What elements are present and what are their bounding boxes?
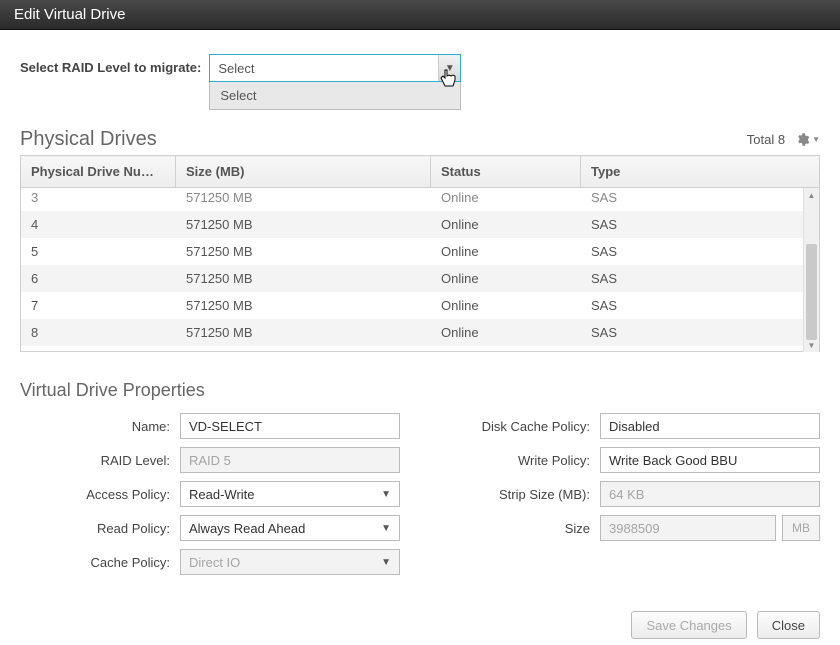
raid-select-wrap: Select ▼ Select xyxy=(209,54,461,110)
cell-size: 571250 MB xyxy=(176,188,431,211)
raid-level-option[interactable]: Select xyxy=(220,88,256,103)
chevron-down-icon: ▼ xyxy=(438,55,460,81)
label-disk-cache: Disk Cache Policy: xyxy=(440,419,590,434)
col-header-status[interactable]: Status xyxy=(431,156,581,188)
table-row[interactable]: 3571250 MBOnlineSAS xyxy=(21,188,819,211)
cell-size: 571250 MB xyxy=(176,238,431,265)
vd-props-right: Disk Cache Policy: Disabled Write Policy… xyxy=(440,413,820,583)
raid-select-row: Select RAID Level to migrate: Select ▼ S… xyxy=(20,54,820,110)
row-access-policy: Access Policy: Read-Write ▼ xyxy=(20,481,400,507)
physical-drives-scrollarea: 3571250 MBOnlineSAS4571250 MBOnlineSAS55… xyxy=(20,188,820,352)
dialog-title: Edit Virtual Drive xyxy=(14,6,125,23)
physical-drives-table-body: 3571250 MBOnlineSAS4571250 MBOnlineSAS55… xyxy=(21,188,819,346)
label-name: Name: xyxy=(20,419,170,434)
save-changes-button[interactable]: Save Changes xyxy=(631,611,746,639)
cell-status: Online xyxy=(431,319,581,346)
cache-policy-select: Direct IO ▼ xyxy=(180,549,400,575)
write-policy-select[interactable]: Write Back Good BBU xyxy=(600,447,820,473)
settings-menu-button[interactable]: ▼ xyxy=(795,132,820,147)
chevron-down-icon: ▼ xyxy=(381,557,391,568)
scroll-thumb[interactable] xyxy=(806,244,817,340)
row-strip-size: Strip Size (MB): 64 KB xyxy=(440,481,820,507)
size-display: 3988509 xyxy=(600,515,776,541)
name-input[interactable]: VD-SELECT xyxy=(180,413,400,439)
row-name: Name: VD-SELECT xyxy=(20,413,400,439)
label-access-policy: Access Policy: xyxy=(20,487,170,502)
cell-status: Online xyxy=(431,188,581,211)
scroll-up-icon[interactable]: ▲ xyxy=(804,188,819,202)
dialog-footer: Save Changes Close xyxy=(0,595,840,645)
cell-num: 6 xyxy=(21,265,176,292)
cell-type: SAS xyxy=(581,319,819,346)
gear-icon xyxy=(795,132,810,147)
physical-drives-heading: Physical Drives xyxy=(20,128,157,151)
col-header-size[interactable]: Size (MB) xyxy=(176,156,431,188)
raid-select-label: Select RAID Level to migrate: xyxy=(20,54,201,75)
table-row[interactable]: 8571250 MBOnlineSAS xyxy=(21,319,819,346)
close-button[interactable]: Close xyxy=(757,611,820,639)
dialog-titlebar: Edit Virtual Drive xyxy=(0,0,840,30)
cell-status: Online xyxy=(431,211,581,238)
cell-num: 7 xyxy=(21,292,176,319)
physical-drives-header: Physical Drives Total 8 ▼ xyxy=(20,128,820,151)
cell-num: 4 xyxy=(21,211,176,238)
access-policy-select[interactable]: Read-Write ▼ xyxy=(180,481,400,507)
vd-props-form: Name: VD-SELECT RAID Level: RAID 5 Acces… xyxy=(20,413,820,583)
cell-type: SAS xyxy=(581,292,819,319)
read-policy-select[interactable]: Always Read Ahead ▼ xyxy=(180,515,400,541)
table-row[interactable]: 6571250 MBOnlineSAS xyxy=(21,265,819,292)
cell-status: Online xyxy=(431,238,581,265)
table-row[interactable]: 4571250 MBOnlineSAS xyxy=(21,211,819,238)
scrollbar[interactable]: ▲ ▼ xyxy=(803,188,819,352)
vd-props-left: Name: VD-SELECT RAID Level: RAID 5 Acces… xyxy=(20,413,400,583)
cell-status: Online xyxy=(431,292,581,319)
cell-size: 571250 MB xyxy=(176,211,431,238)
physical-drives-total: Total 8 xyxy=(747,132,785,147)
physical-drives-table-head: Physical Drive Nu… Size (MB) Status Type xyxy=(20,155,820,188)
label-size: Size xyxy=(440,521,590,536)
dialog-content: Select RAID Level to migrate: Select ▼ S… xyxy=(0,30,840,595)
label-raid-level: RAID Level: xyxy=(20,453,170,468)
size-unit: MB xyxy=(782,515,820,541)
row-write-policy: Write Policy: Write Back Good BBU xyxy=(440,447,820,473)
table-row[interactable]: 7571250 MBOnlineSAS xyxy=(21,292,819,319)
row-size: Size 3988509 MB xyxy=(440,515,820,541)
table-row[interactable]: 5571250 MBOnlineSAS xyxy=(21,238,819,265)
chevron-down-icon: ▼ xyxy=(812,135,820,144)
cell-size: 571250 MB xyxy=(176,265,431,292)
cell-type: SAS xyxy=(581,265,819,292)
row-raid-level: RAID Level: RAID 5 xyxy=(20,447,400,473)
cell-num: 5 xyxy=(21,238,176,265)
col-header-type[interactable]: Type xyxy=(581,156,820,188)
physical-drives-tools: Total 8 ▼ xyxy=(747,132,820,147)
chevron-down-icon: ▼ xyxy=(381,523,391,534)
row-read-policy: Read Policy: Always Read Ahead ▼ xyxy=(20,515,400,541)
cell-num: 3 xyxy=(21,188,176,211)
scroll-down-icon[interactable]: ▼ xyxy=(804,338,819,352)
cell-num: 8 xyxy=(21,319,176,346)
chevron-down-icon: ▼ xyxy=(381,489,391,500)
raid-level-dropdown[interactable]: Select xyxy=(209,82,461,110)
strip-size-display: 64 KB xyxy=(600,481,820,507)
label-write-policy: Write Policy: xyxy=(440,453,590,468)
label-strip-size: Strip Size (MB): xyxy=(440,487,590,502)
col-header-num[interactable]: Physical Drive Nu… xyxy=(21,156,176,188)
cell-type: SAS xyxy=(581,211,819,238)
cell-type: SAS xyxy=(581,238,819,265)
disk-cache-select[interactable]: Disabled xyxy=(600,413,820,439)
cell-status: Online xyxy=(431,265,581,292)
cell-size: 571250 MB xyxy=(176,292,431,319)
raid-level-select[interactable]: Select ▼ xyxy=(209,54,461,82)
raid-level-select-value: Select xyxy=(218,61,254,76)
cell-size: 571250 MB xyxy=(176,319,431,346)
table-header-row: Physical Drive Nu… Size (MB) Status Type xyxy=(21,156,820,188)
label-cache-policy: Cache Policy: xyxy=(20,555,170,570)
raid-level-display: RAID 5 xyxy=(180,447,400,473)
physical-drives-body: 3571250 MBOnlineSAS4571250 MBOnlineSAS55… xyxy=(20,188,820,352)
row-cache-policy: Cache Policy: Direct IO ▼ xyxy=(20,549,400,575)
label-read-policy: Read Policy: xyxy=(20,521,170,536)
cell-type: SAS xyxy=(581,188,819,211)
vd-props-heading: Virtual Drive Properties xyxy=(20,380,820,401)
row-disk-cache: Disk Cache Policy: Disabled xyxy=(440,413,820,439)
